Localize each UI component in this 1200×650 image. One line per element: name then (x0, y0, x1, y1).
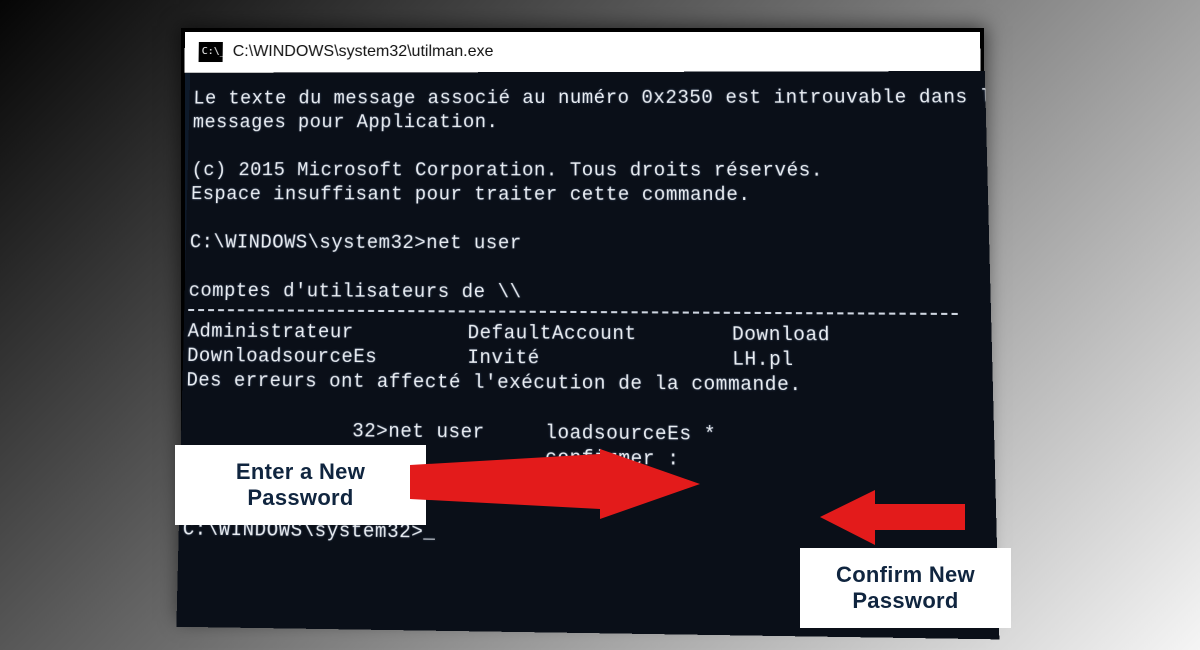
user-cell: Administrateur (187, 319, 467, 345)
window-title: C:\WINDOWS\system32\utilman.exe (233, 44, 494, 60)
console-line: Des erreurs ont affecté l'exécution de l… (186, 369, 802, 396)
console-line (189, 255, 190, 277)
window-titlebar[interactable]: C:\WINDOWS\system32\utilman.exe (184, 32, 980, 73)
console-line: C:\WINDOWS\system32>net user (190, 231, 522, 254)
annotation-confirm-password: Confirm New Password (800, 548, 1011, 628)
console-line: Le texte du message associé au numéro 0x… (193, 86, 999, 109)
annotation-enter-password: Enter a New Password (175, 445, 426, 525)
user-cell: DownloadsourceEs (187, 344, 468, 370)
console-line (192, 135, 193, 157)
console-line (190, 207, 191, 229)
page-background: C:\WINDOWS\system32\utilman.exe Le texte… (0, 0, 1200, 650)
annotation-text: Confirm New Password (836, 562, 975, 613)
annotation-text: Enter a New Password (236, 459, 365, 510)
divider (188, 309, 958, 315)
cmd-icon (199, 42, 223, 62)
console-line (186, 394, 187, 417)
console-line: 32>net user loadsourceEs * (185, 418, 716, 446)
user-cell: LH.pl (732, 348, 794, 371)
console-line: messages pour Application. (193, 111, 499, 133)
arrow-right-icon (410, 449, 700, 519)
arrow-left-icon (820, 490, 965, 545)
user-cell: DefaultAccount (468, 321, 733, 347)
user-cell: Invité (467, 345, 732, 372)
console-line: comptes d'utilisateurs de \\ (188, 280, 521, 304)
console-line: (c) 2015 Microsoft Corporation. Tous dro… (191, 159, 823, 182)
user-cell: Download (732, 323, 830, 346)
console-line: Espace insuffisant pour traiter cette co… (191, 183, 751, 206)
